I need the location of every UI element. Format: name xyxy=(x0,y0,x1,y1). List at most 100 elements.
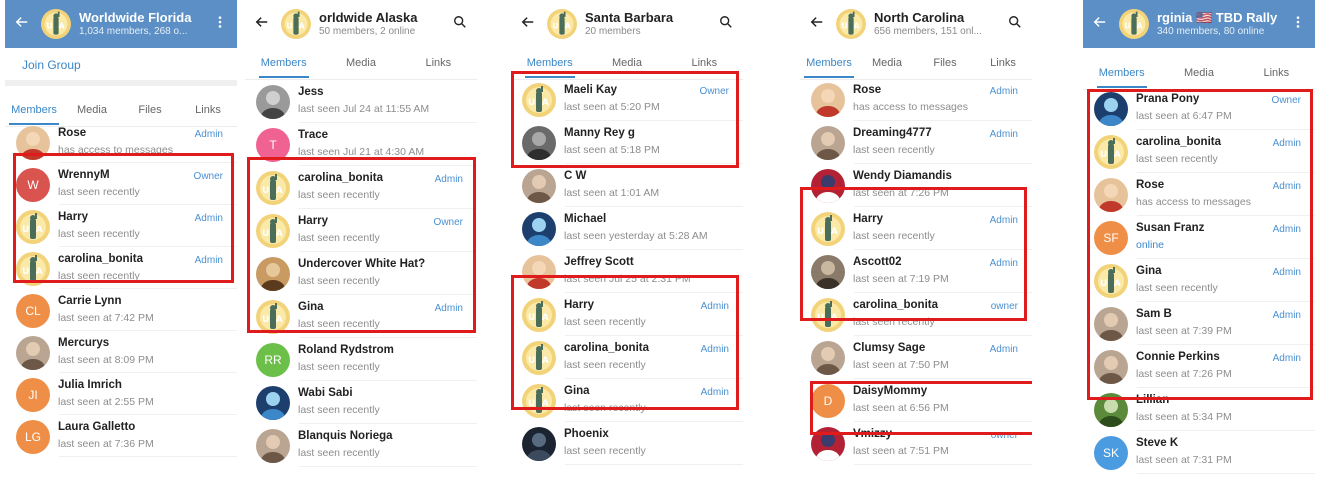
member-row[interactable]: Lillian last seen at 5:34 PM xyxy=(1083,388,1315,431)
tab-links[interactable]: Links xyxy=(400,48,477,79)
member-row[interactable]: Wabi Sabi last seen recently xyxy=(245,381,477,424)
tab-links[interactable]: Links xyxy=(666,48,743,79)
member-avatar[interactable] xyxy=(811,169,845,203)
tab-media[interactable]: Media xyxy=(588,48,665,79)
member-avatar[interactable]: USA xyxy=(256,171,290,205)
member-row[interactable]: SF Susan Franz online Admin xyxy=(1083,216,1315,259)
tab-files[interactable]: Files xyxy=(916,48,974,79)
back-arrow-icon[interactable] xyxy=(249,14,275,34)
member-avatar[interactable] xyxy=(522,169,556,203)
search-icon[interactable] xyxy=(715,15,737,33)
tab-members[interactable]: Members xyxy=(511,48,588,79)
tab-links[interactable]: Links xyxy=(1238,58,1315,89)
member-row[interactable]: Connie Perkins last seen at 7:26 PM Admin xyxy=(1083,345,1315,388)
member-row[interactable]: C W last seen at 1:01 AM xyxy=(511,164,743,207)
member-row[interactable]: USA carolina_bonitalast seen recently Admi… xyxy=(511,336,743,379)
member-avatar[interactable]: CL xyxy=(16,294,50,328)
more-options-icon[interactable] xyxy=(1287,15,1309,33)
member-avatar[interactable] xyxy=(1094,92,1128,126)
group-title-block[interactable]: rginia 🇺🇸 TBD Rally 340 members, 80 onlin… xyxy=(1157,10,1287,38)
member-avatar[interactable]: USA xyxy=(811,212,845,246)
member-avatar[interactable]: USA xyxy=(1094,264,1128,298)
member-row[interactable]: Ascott02 last seen at 7:19 PM Admin xyxy=(800,250,1032,293)
member-avatar[interactable] xyxy=(1094,307,1128,341)
back-arrow-icon[interactable] xyxy=(1087,14,1113,34)
search-icon[interactable] xyxy=(449,15,471,33)
member-row[interactable]: USA Harry last seen recently Admin xyxy=(511,293,743,336)
member-avatar[interactable] xyxy=(811,427,845,461)
member-row[interactable]: Rose has access to messages Admin xyxy=(800,78,1032,121)
member-avatar[interactable] xyxy=(16,126,50,160)
member-row[interactable]: Mercurys last seen at 8:09 PM xyxy=(5,331,237,373)
member-avatar[interactable]: USA xyxy=(522,83,556,117)
member-avatar[interactable]: USA xyxy=(16,210,50,244)
member-avatar[interactable]: JI xyxy=(16,378,50,412)
more-options-icon[interactable] xyxy=(209,15,231,33)
group-header[interactable]: USA orldwide Alaska50 members, 2 online xyxy=(245,0,477,48)
member-row[interactable]: USA Gina last seen recently Admin xyxy=(511,379,743,422)
member-row[interactable]: USA carolina_bonitalast seen recently Admi… xyxy=(245,166,477,209)
member-row[interactable]: JI Julia Imrich last seen at 2:55 PM xyxy=(5,373,237,415)
member-avatar[interactable] xyxy=(811,255,845,289)
member-avatar[interactable] xyxy=(811,341,845,375)
member-avatar[interactable] xyxy=(256,257,290,291)
member-row[interactable]: SK Steve K last seen at 7:31 PM xyxy=(1083,431,1315,474)
group-avatar[interactable]: USA xyxy=(41,9,71,39)
member-avatar[interactable] xyxy=(256,429,290,463)
group-avatar[interactable]: USA xyxy=(547,9,577,39)
member-avatar[interactable]: USA xyxy=(522,341,556,375)
member-avatar[interactable] xyxy=(522,427,556,461)
member-avatar[interactable]: RR xyxy=(256,343,290,377)
member-row[interactable]: CL Carrie Lynn last seen at 7:42 PM xyxy=(5,289,237,331)
member-row[interactable]: USA Harry last seen recently Admin xyxy=(5,205,237,247)
join-group-button[interactable]: Join Group xyxy=(5,48,237,86)
member-avatar[interactable]: LG xyxy=(16,420,50,454)
member-row[interactable]: Wendy Diamandis last seen at 7:26 PM xyxy=(800,164,1032,207)
member-row[interactable]: Rose has access to messages Admin xyxy=(5,121,237,163)
member-row[interactable]: Vmizzy last seen at 7:51 PM owner xyxy=(800,422,1032,465)
member-row[interactable]: USA carolina_bonitalast seen recently Admi… xyxy=(5,247,237,289)
member-row[interactable]: Sam B last seen at 7:39 PM Admin xyxy=(1083,302,1315,345)
member-avatar[interactable]: T xyxy=(256,128,290,162)
member-row[interactable]: D DaisyMommy last seen at 6:56 PM xyxy=(800,379,1032,422)
member-avatar[interactable] xyxy=(811,126,845,160)
member-row[interactable]: Jess last seen Jul 24 at 11:55 AM xyxy=(245,80,477,123)
member-avatar[interactable]: USA xyxy=(522,384,556,418)
member-avatar[interactable] xyxy=(1094,393,1128,427)
member-row[interactable]: Prana Pony last seen at 6:47 PM Owner xyxy=(1083,87,1315,130)
group-header[interactable]: USA North Carolina656 members, 151 onl... xyxy=(800,0,1032,48)
member-avatar[interactable]: W xyxy=(16,168,50,202)
member-avatar[interactable]: SF xyxy=(1094,221,1128,255)
member-row[interactable]: RR Roland Rydstrom last seen recently xyxy=(245,338,477,381)
member-row[interactable]: USA Gina last seen recently Admin xyxy=(245,295,477,338)
member-avatar[interactable] xyxy=(256,386,290,420)
member-avatar[interactable] xyxy=(1094,178,1128,212)
member-row[interactable]: Manny Rey g last seen at 5:18 PM xyxy=(511,121,743,164)
member-avatar[interactable] xyxy=(522,126,556,160)
group-title-block[interactable]: Santa Barbara 20 members xyxy=(585,10,715,38)
member-avatar[interactable]: SK xyxy=(1094,436,1128,470)
member-avatar[interactable] xyxy=(1094,350,1128,384)
back-arrow-icon[interactable] xyxy=(804,14,830,34)
member-row[interactable]: USA Harry last seen recently Owner xyxy=(245,209,477,252)
member-row[interactable]: Jeffrey Scott last seen Jul 25 at 2:31 PM xyxy=(511,250,743,293)
member-row[interactable]: USA Maeli Kay last seen at 5:20 PM Owner xyxy=(511,78,743,121)
back-arrow-icon[interactable] xyxy=(515,14,541,34)
member-avatar[interactable]: USA xyxy=(256,300,290,334)
tab-media[interactable]: Media xyxy=(322,48,399,79)
member-avatar[interactable] xyxy=(256,85,290,119)
member-avatar[interactable]: USA xyxy=(1094,135,1128,169)
group-header[interactable]: USA Worldwide Florida1,034 members, 268 o… xyxy=(5,0,237,48)
group-title-block[interactable]: Worldwide Florida 1,034 members, 268 o... xyxy=(79,10,209,38)
member-row[interactable]: Undercover White Hat? Kyle last seen rece… xyxy=(245,252,477,295)
member-row[interactable]: W WrennyM last seen recently Owner xyxy=(5,163,237,205)
member-row[interactable]: Phoenix last seen recently xyxy=(511,422,743,465)
group-header[interactable]: USA Santa Barbara20 members xyxy=(511,0,743,48)
group-title-block[interactable]: orldwide Alaska 50 members, 2 online xyxy=(319,10,449,38)
member-row[interactable]: T Trace last seen Jul 21 at 4:30 AM xyxy=(245,123,477,166)
member-row[interactable]: USA carolina_bonitalast seen recently owne… xyxy=(800,293,1032,336)
member-row[interactable]: USA Harry last seen recently Admin xyxy=(800,207,1032,250)
tab-members[interactable]: Members xyxy=(245,48,322,79)
member-row[interactable]: Blanquis Noriega last seen recently xyxy=(245,424,477,467)
member-row[interactable]: USA carolina_bonitalast seen recently Admi… xyxy=(1083,130,1315,173)
